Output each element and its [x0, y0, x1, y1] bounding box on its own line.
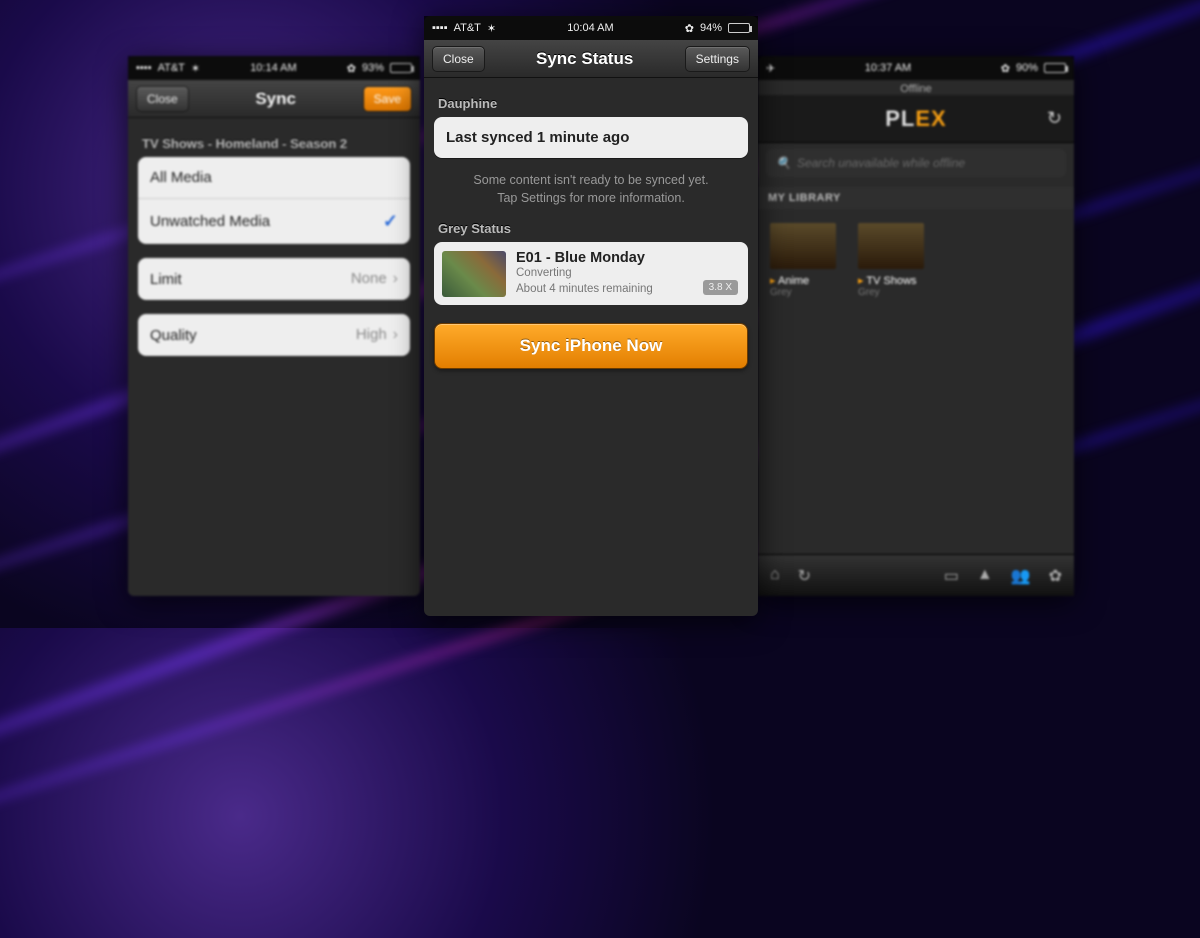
nav-bar: Close Sync Save — [128, 80, 420, 118]
plex-logo: PLEX — [885, 106, 946, 132]
carrier-label: AT&T — [158, 62, 185, 74]
library-thumbnail — [858, 223, 924, 269]
filter-all-media[interactable]: All Media — [138, 157, 410, 198]
plex-library-screen: ✈ 10:37 AM ✿ 90% Offline PLEX ↻ 🔍 Search … — [758, 56, 1074, 596]
limit-label: Limit — [150, 271, 182, 288]
quality-label: Quality — [150, 327, 197, 344]
episode-title: E01 - Blue Monday — [516, 250, 653, 266]
limit-row[interactable]: Limit None › — [138, 258, 410, 300]
logo-right: EX — [915, 106, 946, 131]
battery-icon — [728, 23, 750, 33]
settings-button[interactable]: Settings — [685, 46, 750, 72]
sync-queue-item[interactable]: E01 - Blue Monday Converting About 4 min… — [434, 242, 748, 305]
episode-thumbnail — [442, 251, 506, 297]
status-bar: ▪▪▪▪ AT&T ✶ 10:14 AM ✿ 93% — [128, 56, 420, 80]
info-line-1: Some content isn't ready to be synced ye… — [473, 173, 708, 187]
clock-label: 10:04 AM — [567, 22, 613, 34]
server-name-label: Grey Status — [438, 221, 744, 236]
speed-badge: 3.8 X — [703, 280, 738, 295]
alarm-icon: ✿ — [1001, 62, 1010, 75]
filter-unwatched-media[interactable]: Unwatched Media — [138, 198, 410, 244]
wifi-icon: ✶ — [487, 22, 496, 35]
quality-group: Quality High › — [138, 314, 410, 356]
status-bar: ✈ 10:37 AM ✿ 90% — [758, 56, 1074, 80]
refresh-icon[interactable]: ↻ — [798, 566, 811, 586]
carrier-label: AT&T — [454, 22, 481, 34]
section-header: MY LIBRARY — [758, 187, 1074, 209]
media-filter-group: All Media Unwatched Media — [138, 157, 410, 244]
status-bar: ▪▪▪▪ AT&T ✶ 10:04 AM ✿ 94% — [424, 16, 758, 40]
gear-icon[interactable]: ✿ — [1049, 566, 1062, 586]
bottom-toolbar: ⌂ ↻ ▭ ▲ 👥 ✿ — [758, 554, 1074, 596]
signal-icon: ▪▪▪▪ — [136, 62, 152, 74]
wifi-icon: ✶ — [191, 62, 200, 75]
search-input: 🔍 Search unavailable while offline — [766, 149, 1066, 177]
library-server: Grey — [858, 287, 924, 298]
alarm-icon: ✿ — [685, 22, 694, 35]
sync-settings-screen: ▪▪▪▪AT&T✶ 10:14 AM ✿93% Close Sync Save … — [128, 56, 420, 596]
users-icon[interactable]: 👥 — [1011, 566, 1031, 586]
battery-percent: 93% — [362, 62, 384, 74]
library-item-tvshows[interactable]: TV Shows Grey — [858, 223, 924, 298]
filter-unwatched-label: Unwatched Media — [150, 213, 270, 230]
episode-eta: About 4 minutes remaining — [516, 282, 653, 298]
quality-row[interactable]: Quality High › — [138, 314, 410, 356]
info-line-2: Tap Settings for more information. — [497, 191, 685, 205]
chevron-right-icon: › — [393, 270, 398, 287]
logo-left: PL — [885, 106, 915, 131]
library-name: TV Shows — [858, 274, 924, 287]
plex-header: PLEX ↻ — [758, 95, 1074, 143]
sync-info-text: Some content isn't ready to be synced ye… — [440, 172, 742, 207]
signal-icon: ▪▪▪▪ — [432, 22, 448, 34]
last-synced-group: Last synced 1 minute ago — [434, 117, 748, 158]
filter-all-label: All Media — [150, 169, 212, 186]
chevron-right-icon: › — [393, 326, 398, 343]
breadcrumb: TV Shows - Homeland - Season 2 — [142, 136, 406, 151]
search-placeholder: Search unavailable while offline — [797, 156, 965, 170]
home-icon[interactable]: ⌂ — [770, 566, 780, 586]
alarm-icon: ✿ — [347, 62, 356, 75]
battery-icon — [390, 63, 412, 73]
refresh-button[interactable]: ↻ — [1047, 108, 1062, 129]
page-title: Sync Status — [536, 49, 633, 69]
search-icon: 🔍 — [776, 156, 791, 170]
clock-label: 10:37 AM — [865, 62, 911, 74]
library-server: Grey — [770, 287, 836, 298]
library-grid: Anime Grey TV Shows Grey — [758, 209, 1074, 312]
library-name: Anime — [770, 274, 836, 287]
close-button[interactable]: Close — [136, 86, 189, 112]
page-title: Sync — [255, 89, 296, 109]
last-synced-text: Last synced 1 minute ago — [446, 129, 629, 146]
offline-label: Offline — [758, 80, 1074, 95]
nav-bar: Close Sync Status Settings — [424, 40, 758, 78]
episode-state: Converting — [516, 266, 653, 282]
display-icon[interactable]: ▭ — [944, 566, 959, 586]
sync-now-button[interactable]: Sync iPhone Now — [434, 323, 748, 369]
battery-icon — [1044, 63, 1066, 73]
limit-group: Limit None › — [138, 258, 410, 300]
battery-percent: 90% — [1016, 62, 1038, 74]
quality-value: High — [356, 326, 387, 343]
last-synced-row: Last synced 1 minute ago — [434, 117, 748, 158]
clock-label: 10:14 AM — [250, 62, 296, 74]
library-thumbnail — [770, 223, 836, 269]
close-button[interactable]: Close — [432, 46, 485, 72]
airplane-icon: ✈ — [766, 62, 775, 75]
save-button[interactable]: Save — [363, 86, 412, 112]
limit-value: None — [351, 270, 387, 287]
battery-percent: 94% — [700, 22, 722, 34]
server-icon[interactable]: ▲ — [977, 566, 993, 586]
library-item-anime[interactable]: Anime Grey — [770, 223, 836, 298]
server-name-label: Dauphine — [438, 96, 744, 111]
sync-status-screen: ▪▪▪▪ AT&T ✶ 10:04 AM ✿ 94% Close Sync Statu… — [424, 16, 758, 616]
